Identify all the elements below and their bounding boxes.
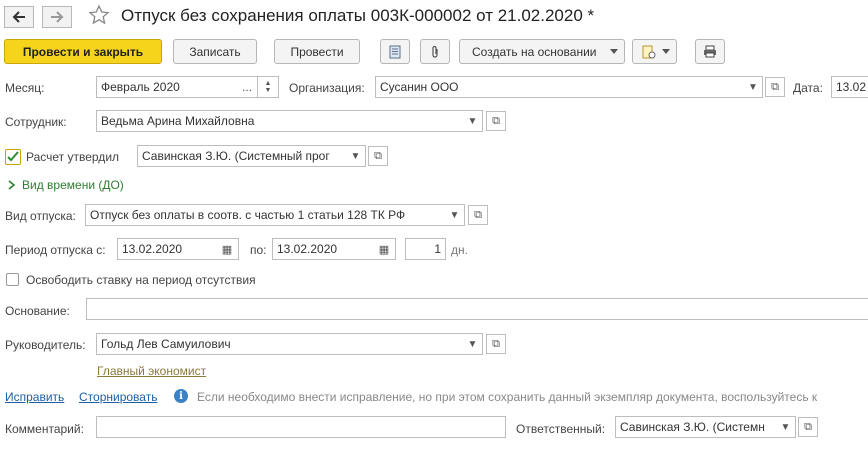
month-stepper[interactable]: ▲ ▼ [258, 76, 279, 98]
storno-link[interactable]: Сторнировать [79, 390, 157, 404]
document-actions-button[interactable] [632, 39, 677, 64]
post-button[interactable]: Провести [274, 39, 360, 64]
save-button[interactable]: Записать [173, 39, 257, 64]
open-icon: ⧉ [804, 420, 812, 433]
employee-dropdown[interactable]: ▼ [463, 110, 483, 132]
create-based-label: Создать на основании [472, 44, 597, 59]
back-button[interactable] [4, 6, 34, 28]
month-label: Месяц: [5, 81, 45, 95]
approved-by-dropdown[interactable]: ▼ [346, 145, 366, 167]
time-type-group-toggle[interactable]: Вид времени (ДО) [8, 178, 124, 192]
leave-type-open-button[interactable]: ⧉ [468, 205, 488, 225]
leave-type-field[interactable]: Отпуск без оплаты в соотв. с частью 1 ст… [85, 204, 446, 226]
report-icon [389, 45, 401, 58]
attachment-button[interactable] [420, 39, 450, 64]
arrow-right-icon [51, 11, 64, 23]
chevron-up-icon: ▲ [264, 80, 272, 87]
open-icon: ⧉ [474, 208, 482, 221]
info-text: Если необходимо внести исправление, но п… [197, 390, 818, 404]
organization-open-button[interactable]: ⧉ [765, 77, 785, 97]
responsible-dropdown[interactable]: ▼ [776, 416, 796, 438]
organization-dropdown[interactable]: ▼ [744, 76, 763, 98]
report-button[interactable] [380, 39, 410, 64]
approved-label: Расчет утвердил [26, 150, 120, 164]
responsible-open-button[interactable]: ⧉ [798, 417, 818, 437]
approved-checkbox[interactable] [5, 149, 21, 165]
organization-label: Организация: [289, 81, 365, 95]
forward-button[interactable] [42, 6, 72, 28]
date-field[interactable]: 13.02 [831, 76, 868, 98]
manager-label: Руководитель: [5, 338, 86, 352]
manager-dropdown[interactable]: ▼ [463, 333, 483, 355]
month-field[interactable]: Февраль 2020 [96, 76, 238, 98]
comment-label: Комментарий: [5, 422, 84, 436]
period-to-label: по: [250, 243, 267, 257]
calendar-icon: ▦ [221, 243, 233, 256]
release-rate-label: Освободить ставку на период отсутствия [26, 273, 256, 287]
info-icon: i [174, 389, 188, 403]
chevron-down-icon [610, 48, 618, 54]
employee-label: Сотрудник: [5, 115, 67, 129]
time-type-label: Вид времени (ДО) [22, 178, 124, 192]
basis-label: Основание: [5, 304, 70, 318]
approved-by-field[interactable]: Савинская З.Ю. (Системный прог [137, 145, 347, 167]
period-from-calendar-button[interactable]: ▦ [216, 238, 239, 260]
favorite-button[interactable] [88, 4, 110, 29]
chevron-down-icon [662, 48, 670, 54]
leave-type-label: Вид отпуска: [5, 209, 76, 223]
release-rate-checkbox[interactable] [6, 273, 19, 286]
organization-field[interactable]: Сусанин ООО [375, 76, 745, 98]
open-icon: ⧉ [492, 337, 500, 350]
manager-position-link[interactable]: Главный экономист [97, 364, 206, 378]
employee-open-button[interactable]: ⧉ [486, 111, 506, 131]
leave-type-dropdown[interactable]: ▼ [445, 204, 465, 226]
post-and-close-button[interactable]: Провести и закрыть [4, 39, 162, 64]
month-select-button[interactable]: ... [237, 76, 258, 98]
period-to-field[interactable]: 13.02.2020 [272, 238, 374, 260]
days-unit-label: дн. [451, 243, 468, 257]
manager-open-button[interactable]: ⧉ [486, 334, 506, 354]
create-based-button[interactable]: Создать на основании [459, 39, 625, 64]
comment-field[interactable] [96, 416, 506, 438]
chevron-down-icon: ▼ [264, 87, 272, 94]
fix-link[interactable]: Исправить [5, 390, 64, 404]
responsible-label: Ответственный: [516, 422, 606, 436]
manager-field[interactable]: Гольд Лев Самуилович [96, 333, 464, 355]
print-icon [704, 45, 716, 58]
date-label: Дата: [793, 81, 823, 95]
calendar-icon: ▦ [378, 243, 390, 256]
approved-by-open-button[interactable]: ⧉ [368, 146, 388, 166]
basis-field[interactable] [86, 298, 868, 320]
period-to-calendar-button[interactable]: ▦ [373, 238, 396, 260]
page-title: Отпуск без сохранения оплаты 003К-000002… [121, 6, 595, 25]
open-icon: ⧉ [771, 80, 779, 93]
star-icon [88, 4, 110, 25]
employee-field[interactable]: Ведьма Арина Михайловна [96, 110, 464, 132]
responsible-field[interactable]: Савинская З.Ю. (Системн [615, 416, 777, 438]
attachment-icon [432, 45, 438, 58]
chevron-right-icon [8, 180, 16, 190]
document-gear-icon [642, 45, 655, 58]
period-from-field[interactable]: 13.02.2020 [117, 238, 217, 260]
open-icon: ⧉ [492, 114, 500, 127]
check-icon [7, 151, 19, 162]
print-button[interactable] [695, 39, 725, 64]
period-from-label: Период отпуска с: [5, 243, 106, 257]
arrow-left-icon [12, 11, 25, 23]
open-icon: ⧉ [374, 149, 382, 162]
days-field[interactable]: 1 [405, 238, 446, 260]
